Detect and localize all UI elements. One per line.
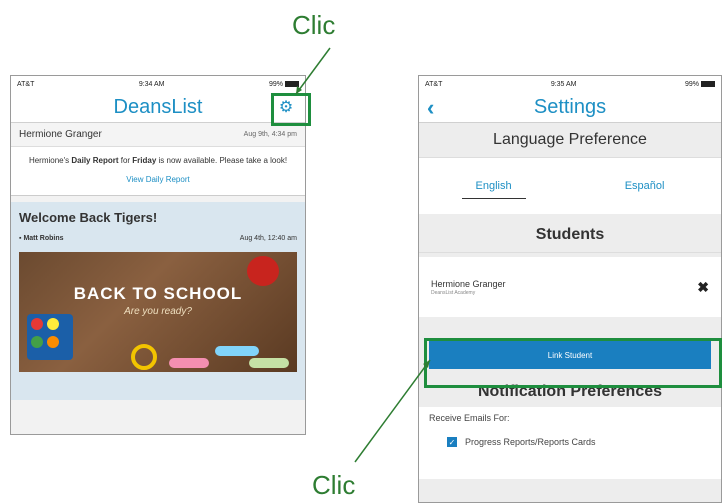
notification-text: Hermione's Daily Report for Friday is no… <box>11 147 305 197</box>
notification-name: Hermione Granger <box>19 129 102 140</box>
nav-bar: ‹ Settings <box>419 92 721 123</box>
apple-graphic <box>247 256 279 287</box>
receive-emails-label: Receive Emails For: <box>429 413 510 423</box>
phone-screenshot-home: AT&T 9:34 AM 99% DeansList ⚙ Hermione Gr… <box>10 75 306 435</box>
scissors-graphic <box>131 344 157 371</box>
notification-time: Aug 9th, 4:34 pm <box>243 131 297 138</box>
battery: 99% <box>269 81 299 88</box>
status-bar: AT&T 9:35 AM 99% <box>419 76 721 92</box>
battery: 99% <box>685 81 715 88</box>
notification-card: Hermione Granger Aug 9th, 4:34 pm Hermio… <box>11 123 305 197</box>
post-image: BACK TO SCHOOL Are you ready? <box>19 252 297 373</box>
remove-student-icon[interactable]: ✖ <box>697 279 709 296</box>
email-preferences: Receive Emails For: ✓ Progress Reports/R… <box>419 407 721 479</box>
back-chevron-icon[interactable]: ‹ <box>427 95 434 121</box>
student-row: Hermione Granger DeansList Academy ✖ <box>419 257 721 317</box>
annotation-clic-top: Clic <box>292 10 336 40</box>
carrier: AT&T <box>17 80 35 88</box>
battery-icon <box>700 80 715 87</box>
view-daily-report-link[interactable]: View Daily Report <box>21 174 295 185</box>
clock: 9:35 AM <box>550 80 577 88</box>
post-title: Welcome Back Tigers! <box>19 210 158 226</box>
gear-highlight-box <box>271 93 311 126</box>
annotation-clic-bottom: Clic <box>312 470 356 500</box>
progress-reports-label: Progress Reports/Reports Cards <box>465 437 596 447</box>
phone-screenshot-settings: AT&T 9:35 AM 99% ‹ Settings Language Pre… <box>418 75 722 503</box>
nav-bar: DeansList ⚙ <box>11 92 305 123</box>
image-subtitle: Are you ready? <box>124 306 192 318</box>
settings-title: Settings <box>533 95 607 118</box>
post-author: ▪ Matt Robins <box>19 235 64 243</box>
carrier: AT&T <box>425 80 443 88</box>
paint-palette-graphic <box>27 314 73 361</box>
news-post: Welcome Back Tigers! ▪ Matt Robins Aug 4… <box>11 202 305 401</box>
students-header: Students <box>419 218 721 253</box>
student-name: Hermione Granger <box>431 278 506 289</box>
app-title: DeansList <box>113 95 203 118</box>
language-option-espanol[interactable]: Español <box>611 174 679 198</box>
battery-icon <box>284 80 299 87</box>
post-time: Aug 4th, 12:40 am <box>239 235 297 243</box>
language-header: Language Preference <box>419 123 721 158</box>
student-school: DeansList Academy <box>431 289 476 296</box>
language-options: English Español <box>419 158 721 214</box>
language-option-english[interactable]: English <box>461 174 526 199</box>
image-title: BACK TO SCHOOL <box>73 284 243 304</box>
clock: 9:34 AM <box>138 80 165 88</box>
status-bar: AT&T 9:34 AM 99% <box>11 76 305 92</box>
checkbox-checked-icon[interactable]: ✓ <box>447 437 457 447</box>
link-student-highlight-box <box>424 338 722 388</box>
